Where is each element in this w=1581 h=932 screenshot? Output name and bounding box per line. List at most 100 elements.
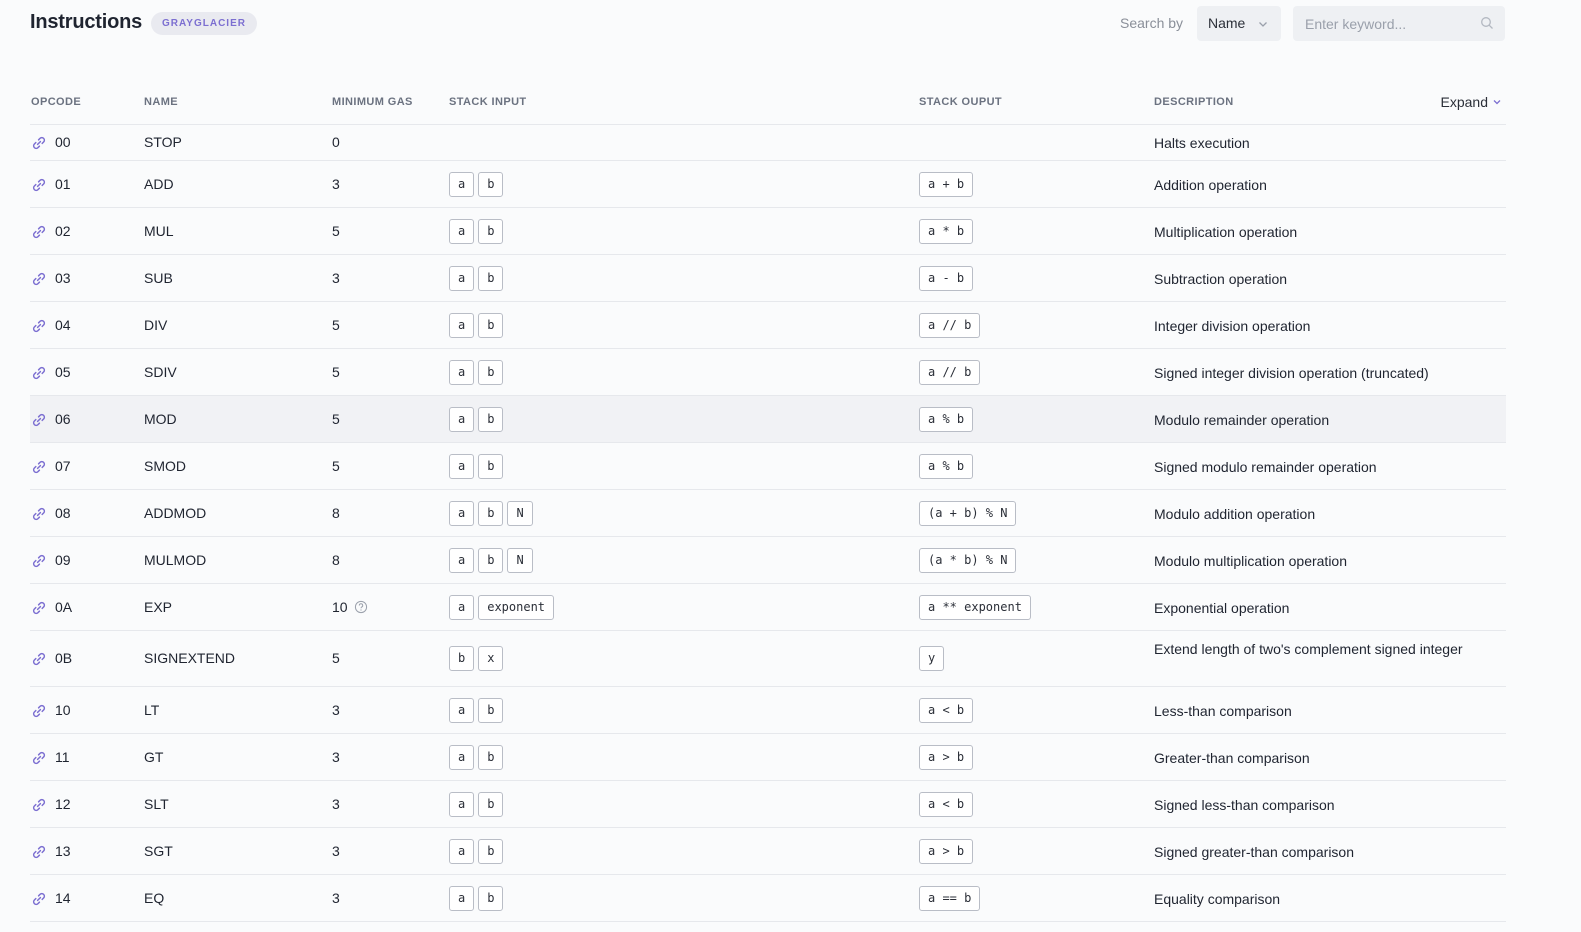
stack-input-chip: b <box>478 500 504 526</box>
table-row[interactable]: 05 SDIV 5 a b a // b Signed integer division o… <box>30 349 1506 396</box>
description-cell: Signed modulo remainder operation <box>1154 458 1377 475</box>
stack-output-cell: a - b <box>919 265 974 291</box>
description-cell: Signed less-than comparison <box>1154 796 1335 813</box>
link-icon[interactable] <box>31 412 47 433</box>
stack-output-chip: a + b <box>919 171 974 197</box>
stack-input-cell: ab <box>449 312 504 338</box>
description-cell: Modulo addition operation <box>1154 505 1316 522</box>
gas-cell: 5 <box>332 223 340 239</box>
name-cell: MOD <box>144 410 177 427</box>
stack-input-chip: a <box>449 791 475 817</box>
search-icon[interactable] <box>1480 16 1494 30</box>
description-cell: Multiplication operation <box>1154 223 1298 240</box>
link-icon[interactable] <box>31 891 47 912</box>
link-icon[interactable] <box>31 318 47 339</box>
opcode-cell: 01 <box>55 175 71 192</box>
stack-input-cell: ab <box>449 697 504 723</box>
table-row[interactable]: 0A EXP 10 a exponent a ** exponent Exponential… <box>30 584 1506 631</box>
table-row[interactable]: 0B SIGNEXTEND 5 b x y Extend length of two's c… <box>30 631 1506 687</box>
link-icon[interactable] <box>31 135 47 156</box>
stack-input-chip: N <box>507 500 533 526</box>
stack-output-cell: a < b <box>919 791 974 817</box>
link-icon[interactable] <box>31 271 47 292</box>
table-row[interactable]: 08 ADDMOD 8 a b N (a + b) % N Modulo addition o… <box>30 490 1506 537</box>
stack-input-chip: b <box>478 265 504 291</box>
link-icon[interactable] <box>31 844 47 865</box>
link-icon[interactable] <box>31 506 47 527</box>
table-row[interactable]: 06 MOD 5 a b a % b Modulo remainder operation <box>30 396 1506 443</box>
stack-input-chip: b <box>478 359 504 385</box>
table-row[interactable]: 14 EQ 3 a b a == b Equality comparison <box>30 875 1506 922</box>
link-icon[interactable] <box>31 797 47 818</box>
link-icon[interactable] <box>31 224 47 245</box>
stack-output-cell: a + b <box>919 171 974 197</box>
link-icon[interactable] <box>31 651 47 672</box>
link-icon[interactable] <box>31 177 47 198</box>
stack-input-chip: N <box>507 547 533 573</box>
name-cell: SGT <box>144 842 173 859</box>
gas-cell: 3 <box>332 702 340 718</box>
table-row[interactable]: 04 DIV 5 a b a // b Integer division operation <box>30 302 1506 349</box>
table-row[interactable]: 07 SMOD 5 a b a % b Signed modulo remainder op… <box>30 443 1506 490</box>
stack-input-chip: a <box>449 265 475 291</box>
column-header-name[interactable]: NAME <box>144 96 178 108</box>
opcode-cell: 08 <box>55 504 71 521</box>
search-by-label: Search by <box>1120 15 1184 31</box>
column-header-gas[interactable]: MINIMUM GAS <box>332 96 413 108</box>
stack-output-cell: a > b <box>919 744 974 770</box>
gas-value: 3 <box>332 748 340 765</box>
stack-output-cell: a // b <box>919 312 981 338</box>
stack-input-chip: b <box>449 646 475 671</box>
expand-label: Expand <box>1440 94 1488 110</box>
fork-badge[interactable]: GRAYGLACIER <box>151 12 257 35</box>
table-row[interactable]: 09 MULMOD 8 a b N (a * b) % N Modulo multiplica… <box>30 537 1506 584</box>
gas-value: 8 <box>332 551 340 568</box>
table-row[interactable]: 00 STOP 0 Halts execution <box>30 125 1506 161</box>
stack-output-cell: y <box>919 646 945 671</box>
stack-input-cell: ab <box>449 744 504 770</box>
stack-input-chip: a <box>449 500 475 526</box>
table-row[interactable]: 10 LT 3 a b a < b Less-than comparison <box>30 687 1506 734</box>
opcode-cell: 09 <box>55 551 71 568</box>
name-cell: SUB <box>144 269 173 286</box>
link-icon[interactable] <box>31 600 47 621</box>
stack-input-chip: a <box>449 359 475 385</box>
search-input[interactable] <box>1293 6 1505 41</box>
expand-button[interactable]: Expand <box>1441 94 1502 110</box>
help-circle-icon[interactable] <box>354 600 368 614</box>
gas-cell: 5 <box>332 364 340 380</box>
link-icon[interactable] <box>31 703 47 724</box>
gas-value: 3 <box>332 269 340 286</box>
table-row[interactable]: 11 GT 3 a b a > b Greater-than comparison <box>30 734 1506 781</box>
opcode-cell: 00 <box>55 134 71 150</box>
top-bar: Instructions GRAYGLACIER Search by Name <box>0 0 1581 48</box>
stack-output-cell: (a * b) % N <box>919 547 1017 573</box>
opcode-cell: 06 <box>55 410 71 427</box>
stack-input-chip: a <box>449 312 475 338</box>
stack-input-chip: a <box>449 697 475 723</box>
name-cell: DIV <box>144 316 168 333</box>
stack-input-chip: x <box>478 646 504 671</box>
table-row[interactable]: 03 SUB 3 a b a - b Subtraction operation <box>30 255 1506 302</box>
link-icon[interactable] <box>31 459 47 480</box>
gas-cell: 0 <box>332 134 340 150</box>
link-icon[interactable] <box>31 553 47 574</box>
stack-output-chip: a - b <box>919 265 974 291</box>
chevron-down-icon <box>1493 100 1501 105</box>
description-cell: Modulo multiplication operation <box>1154 552 1347 569</box>
stack-output-chip: a ** exponent <box>919 594 1031 620</box>
search-by-select[interactable]: Name <box>1197 6 1281 41</box>
table-row[interactable]: 13 SGT 3 a b a > b Signed greater-than compari… <box>30 828 1506 875</box>
table-row[interactable]: 02 MUL 5 a b a * b Multiplication operation <box>30 208 1506 255</box>
name-cell: SLT <box>144 795 169 812</box>
link-icon[interactable] <box>31 750 47 771</box>
stack-input-chip: a <box>449 885 475 911</box>
link-icon[interactable] <box>31 365 47 386</box>
name-cell: MUL <box>144 222 174 239</box>
table-row[interactable]: 01 ADD 3 a b a + b Addition operation <box>30 161 1506 208</box>
gas-value: 5 <box>332 222 340 239</box>
stack-input-chip: a <box>449 406 475 432</box>
column-header-opcode[interactable]: OPCODE <box>31 96 81 108</box>
table-row[interactable]: 12 SLT 3 a b a < b Signed less-than comparison <box>30 781 1506 828</box>
stack-output-chip: a * b <box>919 218 974 244</box>
